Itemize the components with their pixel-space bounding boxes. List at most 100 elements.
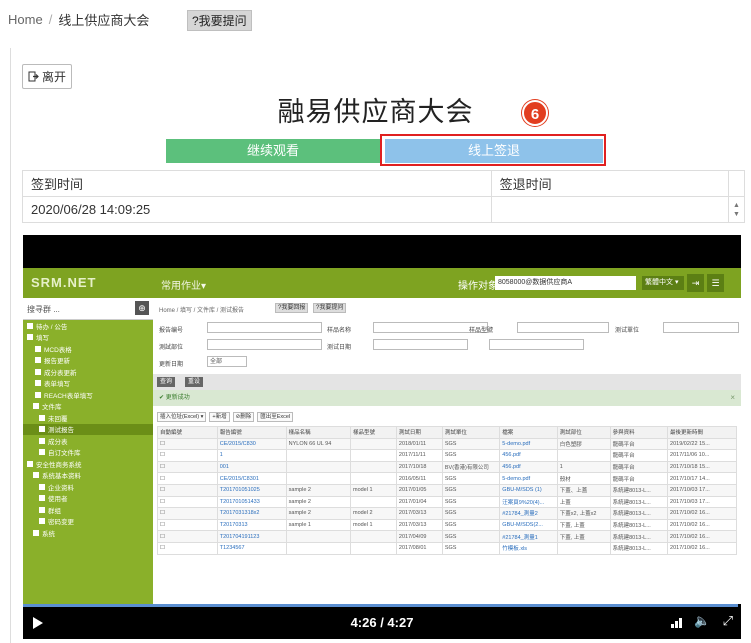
srm-grid-cell — [556, 541, 611, 555]
srm-grid-cell: 2017/03/13 — [395, 507, 443, 520]
srm-grid-header: 參與資料 — [609, 426, 669, 439]
srm-grid-cell: 2017/11/11 — [395, 449, 443, 462]
srm-grid-cell: 2017/10/02 16... — [667, 530, 737, 543]
srm-main: Home / 填写 / 文件库 / 测试报告 ?我要回报 ?我要提问 报告编号 … — [153, 298, 741, 604]
srm-nav-item: 使用者 — [23, 493, 153, 505]
srm-grid-cell: CE/2015/C8301 — [216, 472, 287, 485]
srm-label: 測試部位 — [159, 345, 184, 351]
srm-nav: 待办 / 公告 填写 MCD表格 报告更新 成分表更新 表单填写 REACH表单填写 文件库未… — [23, 320, 153, 539]
srm-side-search: 搜寻群 ... ⊕ — [23, 298, 153, 320]
srm-grid-cell: 2017/10/18 — [395, 460, 443, 474]
srm-grid-cell: SGS — [441, 449, 501, 462]
scroll-down-icon[interactable]: ▼ — [733, 211, 740, 218]
breadcrumb-home[interactable]: Home — [8, 12, 43, 27]
online-signout-button[interactable]: 线上签退 — [385, 139, 603, 163]
srm-grid-cell: T201701051433 — [216, 495, 287, 509]
video-controls: 4:26 / 4:27 🔈 ⤢ — [23, 604, 741, 639]
srm-row-checkbox: ☐ — [157, 495, 218, 509]
srm-row-checkbox: ☐ — [157, 449, 218, 462]
signin-time-table: 签到时间 签退时间 2020/06/28 14:09:25 ▲ ▼ — [22, 170, 745, 223]
srm-grid-cell: 5-demo.pdf — [499, 437, 558, 451]
srm-target-select: 8058000@数据供应商A — [495, 276, 636, 290]
srm-grid-cell: 1 — [216, 449, 287, 462]
srm-grid-cell: 456.pdf — [499, 449, 558, 462]
srm-tag-report: ?我要回报 — [275, 303, 309, 313]
step-badge: 6 — [522, 100, 548, 126]
srm-grid-cell — [285, 460, 351, 474]
srm-grid-row: ☐ T1234567 2017/08/01 SGS 竹模板.xls 系統建8013-L..… — [157, 541, 737, 555]
srm-grid-header: 自動編號 — [157, 426, 218, 439]
srm-menu: 常用作业▾ — [161, 281, 207, 292]
leave-button-label: 离开 — [42, 70, 67, 84]
srm-grid-row: ☐ T20170313 sample 1 model 1 2017/03/13 SGS GB… — [157, 518, 737, 532]
srm-grid-cell: 下蓋, 上蓋 — [556, 518, 611, 532]
srm-language: 繁體中文 ▾ — [642, 276, 684, 290]
srm-grid-cell: 2018/01/11 — [395, 437, 443, 451]
srm-grid-cell: 2017/10/02 16... — [667, 518, 737, 532]
srm-row-checkbox: ☐ — [157, 460, 218, 474]
srm-input — [663, 322, 739, 333]
srm-grid-cell: model 1 — [349, 483, 397, 497]
video-progress-bar[interactable] — [23, 604, 739, 607]
srm-grid-cell — [285, 530, 351, 543]
fullscreen-icon[interactable]: ⤢ — [723, 613, 733, 629]
nav-item-icon — [33, 403, 39, 410]
srm-grid-cell: SGS — [441, 495, 501, 509]
srm-nav-item: 安全性商务系统 — [23, 458, 153, 470]
srm-nav-item: 系统 — [23, 527, 153, 539]
srm-label: 测试日期 — [327, 345, 352, 351]
srm-row-checkbox: ☐ — [157, 472, 218, 485]
srm-grid-row: ☐ T2017031318x2 sample 2 model 2 2017/03/13 S… — [157, 507, 737, 520]
scroll-up-icon[interactable]: ▲ — [733, 202, 740, 209]
volume-icon[interactable]: 🔈 — [694, 613, 710, 629]
srm-grid-row: ☐ T201701051433 sample 2 2017/01/04 SGS 汪案頁9%… — [157, 495, 737, 509]
srm-search-button: 查询 — [157, 377, 176, 387]
srm-grid-cell: SGS — [441, 530, 501, 543]
srm-grid-cell — [349, 530, 397, 543]
srm-nav-item: 系统基本资料 — [23, 470, 153, 482]
srm-grid-cell — [285, 541, 351, 555]
nav-item-icon — [39, 483, 45, 490]
nav-item-icon — [27, 460, 33, 467]
srm-grid-cell: SGS — [441, 518, 501, 532]
srm-grid-cell — [349, 541, 397, 555]
ask-question-button[interactable]: ?我要提问 — [187, 10, 252, 31]
srm-label: 样品名称 — [327, 328, 352, 334]
table-scrollbar[interactable]: ▲ ▼ — [728, 196, 745, 223]
srm-nav-item: 表单填写 — [23, 378, 153, 390]
srm-input — [517, 322, 609, 333]
leave-button[interactable]: 离开 — [22, 64, 73, 89]
srm-grid-cell: 系統建8013-L... — [609, 518, 669, 532]
srm-label: 测试單位 — [615, 328, 640, 334]
srm-grid-cell: 2017/01/04 — [395, 495, 443, 509]
srm-grid-cell: sample 2 — [285, 507, 351, 520]
srm-row-checkbox: ☐ — [157, 541, 218, 555]
srm-grid: 自動編號 報告編號 樣品名稱 樣品型號 測試日期 測試單位 檔案 測試部位 參與資料 最後更新時間… — [157, 426, 737, 555]
srm-row-checkbox: ☐ — [157, 437, 218, 451]
srm-grid-cell: SGS — [441, 541, 501, 555]
srm-grid-row: ☐ T201701051025 sample 2 model 1 2017/01/05 S… — [157, 483, 737, 497]
srm-grid-cell: 系統建8013-L... — [609, 530, 669, 543]
srm-grid-cell: 竹模板.xls — [499, 541, 558, 555]
srm-grid-cell: SGS — [441, 437, 501, 451]
nav-item-icon — [39, 414, 45, 421]
srm-grid-cell: SGS — [441, 483, 501, 497]
srm-grid-cell: SGS — [441, 507, 501, 520]
srm-grid-cell: 白色塑膠 — [556, 437, 611, 451]
srm-target-label: 操作对象 — [458, 281, 498, 292]
srm-grid-cell — [349, 495, 397, 509]
continue-watching-button[interactable]: 继续观看 — [166, 139, 380, 163]
exit-icon — [28, 71, 39, 82]
video-player[interactable]: SRM.NET 常用作业▾ 操作对象 8058000@数据供应商A 繁體中文 ▾… — [23, 235, 741, 639]
srm-grid-cell — [556, 449, 611, 462]
srm-nav-item: 报告更新 — [23, 355, 153, 367]
quality-icon[interactable] — [671, 616, 683, 628]
signin-time-header: 签到时间 — [22, 170, 492, 197]
srm-grid-cell: 系統建8013-L... — [609, 483, 669, 497]
srm-close-icon: × — [730, 393, 735, 402]
srm-tag-ask: ?我要提问 — [313, 303, 347, 313]
srm-grid-row: ☐ 001 2017/10/18 BV(香港)有限公司 456.pdf 1 龍碼平台 2017… — [157, 460, 737, 474]
srm-nav-item: 文件库 — [23, 401, 153, 413]
srm-input — [489, 339, 584, 350]
srm-grid-cell: sample 2 — [285, 483, 351, 497]
